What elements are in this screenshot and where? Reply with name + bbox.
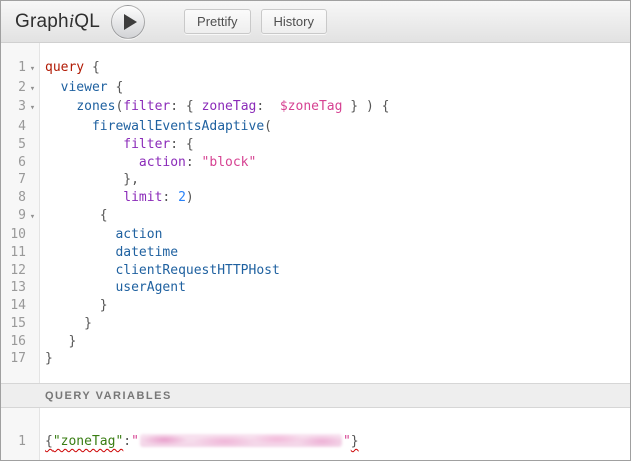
code-text: } (40, 333, 76, 351)
code-text: } (40, 315, 92, 333)
code-text: } (40, 297, 108, 315)
code-text: clientRequestHTTPHost (40, 262, 280, 280)
prettify-button[interactable]: Prettify (184, 9, 250, 34)
json-open-quote: " (131, 434, 139, 449)
line-number: 5 (1, 136, 40, 154)
fold-arrow-icon[interactable]: ▾ (26, 61, 39, 79)
code-line[interactable]: 12 clientRequestHTTPHost (1, 262, 630, 280)
fold-arrow-icon[interactable]: ▾ (26, 209, 39, 227)
fold-arrow-icon[interactable]: ▾ (26, 100, 39, 118)
code-text: datetime (40, 244, 178, 262)
json-close-brace: } (351, 434, 359, 449)
fold-arrow-icon[interactable]: ▾ (26, 81, 39, 99)
variables-editor[interactable]: 1 {"zoneTag":""} (1, 408, 630, 460)
code-text: }, (40, 171, 139, 189)
code-line[interactable]: 3▾ zones(filter: { zoneTag: $zoneTag } )… (1, 98, 630, 118)
line-number: 11 (1, 244, 40, 262)
code-line[interactable]: 15 } (1, 315, 630, 333)
code-text: viewer { (40, 79, 123, 99)
code-text: filter: { (40, 136, 194, 154)
variables-title-bar[interactable]: QUERY VARIABLES (1, 383, 630, 408)
line-number: 8 (1, 189, 40, 207)
line-number: 14 (1, 297, 40, 315)
json-open-brace: { (45, 434, 53, 449)
variables-title-label: QUERY VARIABLES (45, 390, 172, 402)
code-line[interactable]: 13 userAgent (1, 279, 630, 297)
code-text: zones(filter: { zoneTag: $zoneTag } ) { (40, 98, 389, 118)
graphiql-window: GraphiQL Prettify History 1▾query {2▾ vi… (0, 0, 631, 461)
code-line[interactable]: 8 limit: 2) (1, 189, 630, 207)
graphiql-logo: GraphiQL (15, 11, 100, 33)
code-line[interactable]: 10 action (1, 226, 630, 244)
code-line[interactable]: 5 filter: { (1, 136, 630, 154)
line-number: 12 (1, 262, 40, 280)
line-number: 1▾ (1, 59, 40, 79)
code-line[interactable]: 14 } (1, 297, 630, 315)
code-line[interactable]: 4 firewallEventsAdaptive( (1, 118, 630, 136)
line-number: 7 (1, 171, 40, 189)
code-text: userAgent (40, 279, 186, 297)
line-number: 15 (1, 315, 40, 333)
code-line[interactable]: 6 action: "block" (1, 154, 630, 172)
code-text: action (40, 226, 162, 244)
line-number: 6 (1, 154, 40, 172)
line-number: 16 (1, 333, 40, 351)
code-line[interactable]: 9▾ { (1, 207, 630, 227)
query-editor-lines: 1▾query {2▾ viewer {3▾ zones(filter: { z… (1, 59, 630, 368)
code-line[interactable]: 16 } (1, 333, 630, 351)
line-number: 3▾ (1, 98, 40, 118)
json-colon: : (123, 434, 131, 449)
code-text: firewallEventsAdaptive( (40, 118, 272, 136)
logo-text-pre: Graph (15, 11, 69, 32)
line-number: 13 (1, 279, 40, 297)
query-editor[interactable]: 1▾query {2▾ viewer {3▾ zones(filter: { z… (1, 43, 630, 383)
code-text: query { (40, 59, 100, 79)
history-button[interactable]: History (261, 9, 327, 34)
code-text: } (40, 350, 53, 368)
variables-line: 1 {"zoneTag":""} (1, 433, 630, 451)
json-close-quote: " (343, 434, 351, 449)
line-number: 10 (1, 226, 40, 244)
line-number: 4 (1, 118, 40, 136)
code-line[interactable]: 11 datetime (1, 244, 630, 262)
code-line[interactable]: 7 }, (1, 171, 630, 189)
logo-text-post: QL (74, 11, 100, 32)
line-number: 2▾ (1, 79, 40, 99)
code-line[interactable]: 1▾query { (1, 59, 630, 79)
top-bar: GraphiQL Prettify History (1, 1, 630, 43)
code-line[interactable]: 17} (1, 350, 630, 368)
line-number: 17 (1, 350, 40, 368)
json-key-zonetag: "zoneTag" (53, 434, 123, 449)
code-text: limit: 2) (40, 189, 194, 207)
execute-query-button[interactable] (111, 5, 145, 39)
play-icon (124, 14, 137, 30)
line-number: 9▾ (1, 207, 40, 227)
code-line[interactable]: 2▾ viewer { (1, 79, 630, 99)
redacted-zone-tag-value (140, 434, 342, 447)
code-text: { (40, 207, 108, 227)
variables-line-number: 1 (1, 433, 40, 451)
code-text: action: "block" (40, 154, 256, 172)
